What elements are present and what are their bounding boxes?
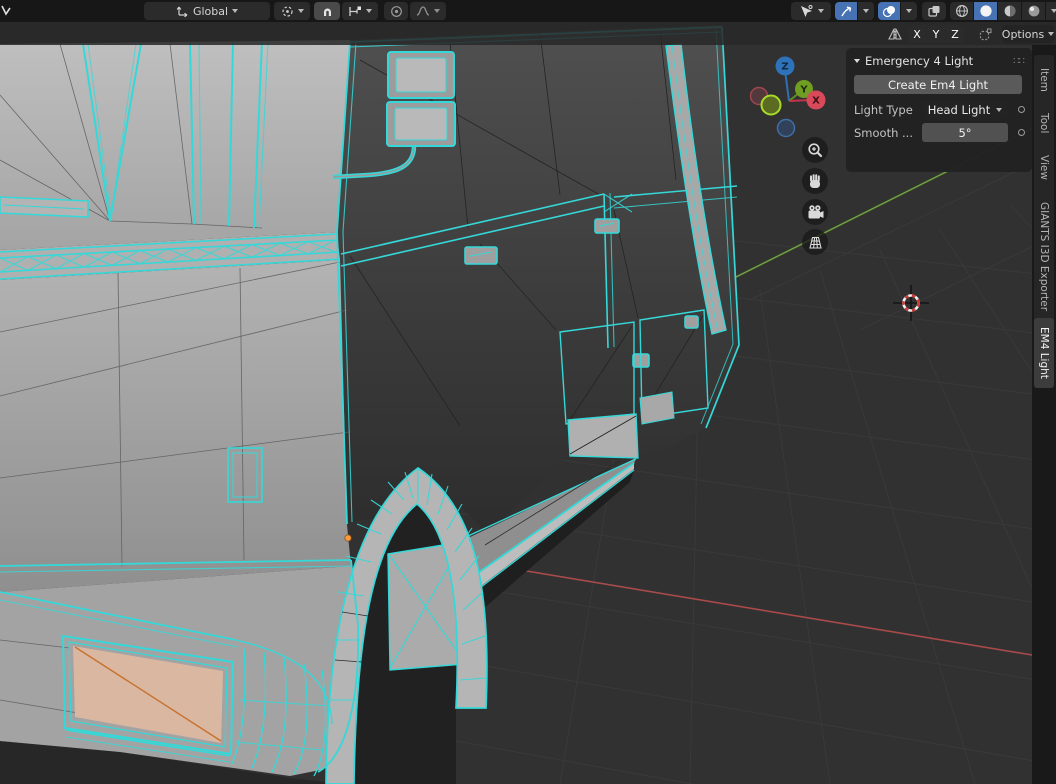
hand-icon: [806, 172, 824, 190]
chevron-down-icon: [818, 9, 824, 13]
gizmo-toggle[interactable]: [835, 2, 857, 20]
mirror-y-button[interactable]: Y: [927, 25, 945, 43]
mirror-x-icon: [887, 27, 903, 41]
light-type-row: Light Type Head Light: [854, 100, 1026, 119]
shading-material-icon: [1003, 4, 1017, 18]
transform-orientation-dropdown[interactable]: Global: [144, 2, 270, 20]
zoom-icon: [806, 141, 825, 160]
tab-em4-light[interactable]: EM4 Light: [1034, 318, 1054, 388]
panel-header[interactable]: Emergency 4 Light ∷∷: [846, 48, 1032, 72]
chevron-down-icon: [366, 9, 372, 13]
tab-view[interactable]: View: [1034, 141, 1054, 193]
zoom-button[interactable]: [802, 137, 828, 163]
snap-individual-toggle[interactable]: [972, 25, 998, 43]
shading-wireframe-icon: [955, 4, 969, 18]
pan-button[interactable]: [802, 168, 828, 194]
viewport-header: Global: [0, 0, 1056, 22]
proportional-editing-toggle[interactable]: [384, 2, 408, 20]
smooth-label: Smooth ...: [854, 126, 916, 140]
panel-title: Emergency 4 Light: [865, 54, 973, 68]
shading-solid[interactable]: [974, 2, 997, 20]
panel-collapse-icon: [854, 59, 860, 63]
gizmo-z-label: Z: [781, 62, 788, 73]
snap-individual-icon: [978, 27, 993, 42]
panel-drag-handle-icon[interactable]: ∷∷: [1013, 56, 1024, 67]
tool-settings-bar: X Y Z Options: [0, 22, 1056, 45]
light-type-label: Light Type: [854, 103, 916, 117]
shading-mode-group: [950, 2, 1056, 20]
chevron-down-icon: [1048, 32, 1054, 36]
axis-neg-z[interactable]: [778, 120, 795, 137]
shading-rendered[interactable]: [1022, 2, 1045, 20]
snap-target-icon: [348, 5, 362, 18]
pivot-point-dropdown[interactable]: [274, 2, 310, 20]
animate-dot[interactable]: [1018, 106, 1025, 113]
snap-toggle[interactable]: [314, 2, 340, 20]
view-axis-gizmo[interactable]: Z Y X: [745, 52, 835, 142]
options-dropdown[interactable]: Options: [1002, 25, 1054, 43]
smooth-value-field[interactable]: 5°: [922, 123, 1008, 142]
pivot-point-icon: [281, 5, 294, 18]
create-em4-light-button[interactable]: Create Em4 Light: [854, 75, 1022, 94]
chevron-down-icon: [434, 9, 440, 13]
mirror-axis-buttons: X Y Z: [908, 25, 964, 43]
editor-type-icon[interactable]: [0, 2, 12, 20]
gizmo-toggle-group: [835, 2, 874, 20]
snap-target-dropdown[interactable]: [342, 2, 378, 20]
chevron-down-icon: [996, 108, 1002, 112]
gizmo-dropdown[interactable]: [858, 2, 874, 20]
tab-giants-i3d-exporter[interactable]: GIANTS I3D Exporter: [1034, 188, 1054, 325]
light-type-dropdown[interactable]: Head Light: [922, 100, 1008, 119]
orientation-label: Global: [193, 5, 228, 18]
mirror-x-button[interactable]: X: [908, 25, 926, 43]
options-label: Options: [1002, 28, 1044, 41]
falloff-dropdown[interactable]: [410, 2, 446, 20]
xray-toggle[interactable]: [922, 2, 946, 20]
overlays-toggle-icon: [882, 5, 896, 18]
shading-dropdown[interactable]: [1046, 2, 1056, 20]
overlays-toggle-group: [878, 2, 917, 20]
object-visibility-icon: [799, 4, 814, 18]
chevron-down-icon: [298, 9, 304, 13]
gizmo-toggle-icon: [840, 5, 853, 18]
shading-wireframe[interactable]: [950, 2, 973, 20]
perspective-toggle-button[interactable]: [802, 229, 828, 255]
blender-window: Z Y X: [0, 0, 1056, 784]
shading-material[interactable]: [998, 2, 1021, 20]
overlays-toggle[interactable]: [878, 2, 900, 20]
axis-neg-y[interactable]: [762, 96, 781, 115]
object-visibility-dropdown[interactable]: [791, 2, 831, 20]
transform-orientation-icon: [176, 5, 189, 18]
object-origin-dot: [345, 535, 351, 541]
animate-dot[interactable]: [1018, 129, 1025, 136]
sidebar-tab-strip: Item Tool View GIANTS I3D Exporter EM4 L…: [1032, 45, 1056, 784]
snap-magnet-icon: [321, 5, 334, 18]
perspective-grid-icon: [806, 233, 825, 252]
camera-icon: [806, 203, 825, 222]
sidebar-panel-em4-light: Emergency 4 Light ∷∷ Create Em4 Light Li…: [846, 48, 1032, 172]
shading-solid-icon: [979, 4, 993, 18]
overlays-dropdown[interactable]: [901, 2, 917, 20]
smooth-row: Smooth ... 5°: [854, 123, 1026, 142]
chevron-down-icon: [232, 9, 238, 13]
xray-toggle-icon: [927, 4, 941, 18]
proportional-editing-icon: [390, 5, 403, 18]
gizmo-x-label: X: [812, 96, 820, 107]
mirror-toggle[interactable]: [883, 25, 907, 43]
mirror-z-button[interactable]: Z: [946, 25, 964, 43]
camera-view-button[interactable]: [802, 199, 828, 225]
shading-rendered-icon: [1027, 4, 1041, 18]
gizmo-y-label: Y: [799, 85, 808, 96]
falloff-curve-icon: [416, 5, 430, 17]
